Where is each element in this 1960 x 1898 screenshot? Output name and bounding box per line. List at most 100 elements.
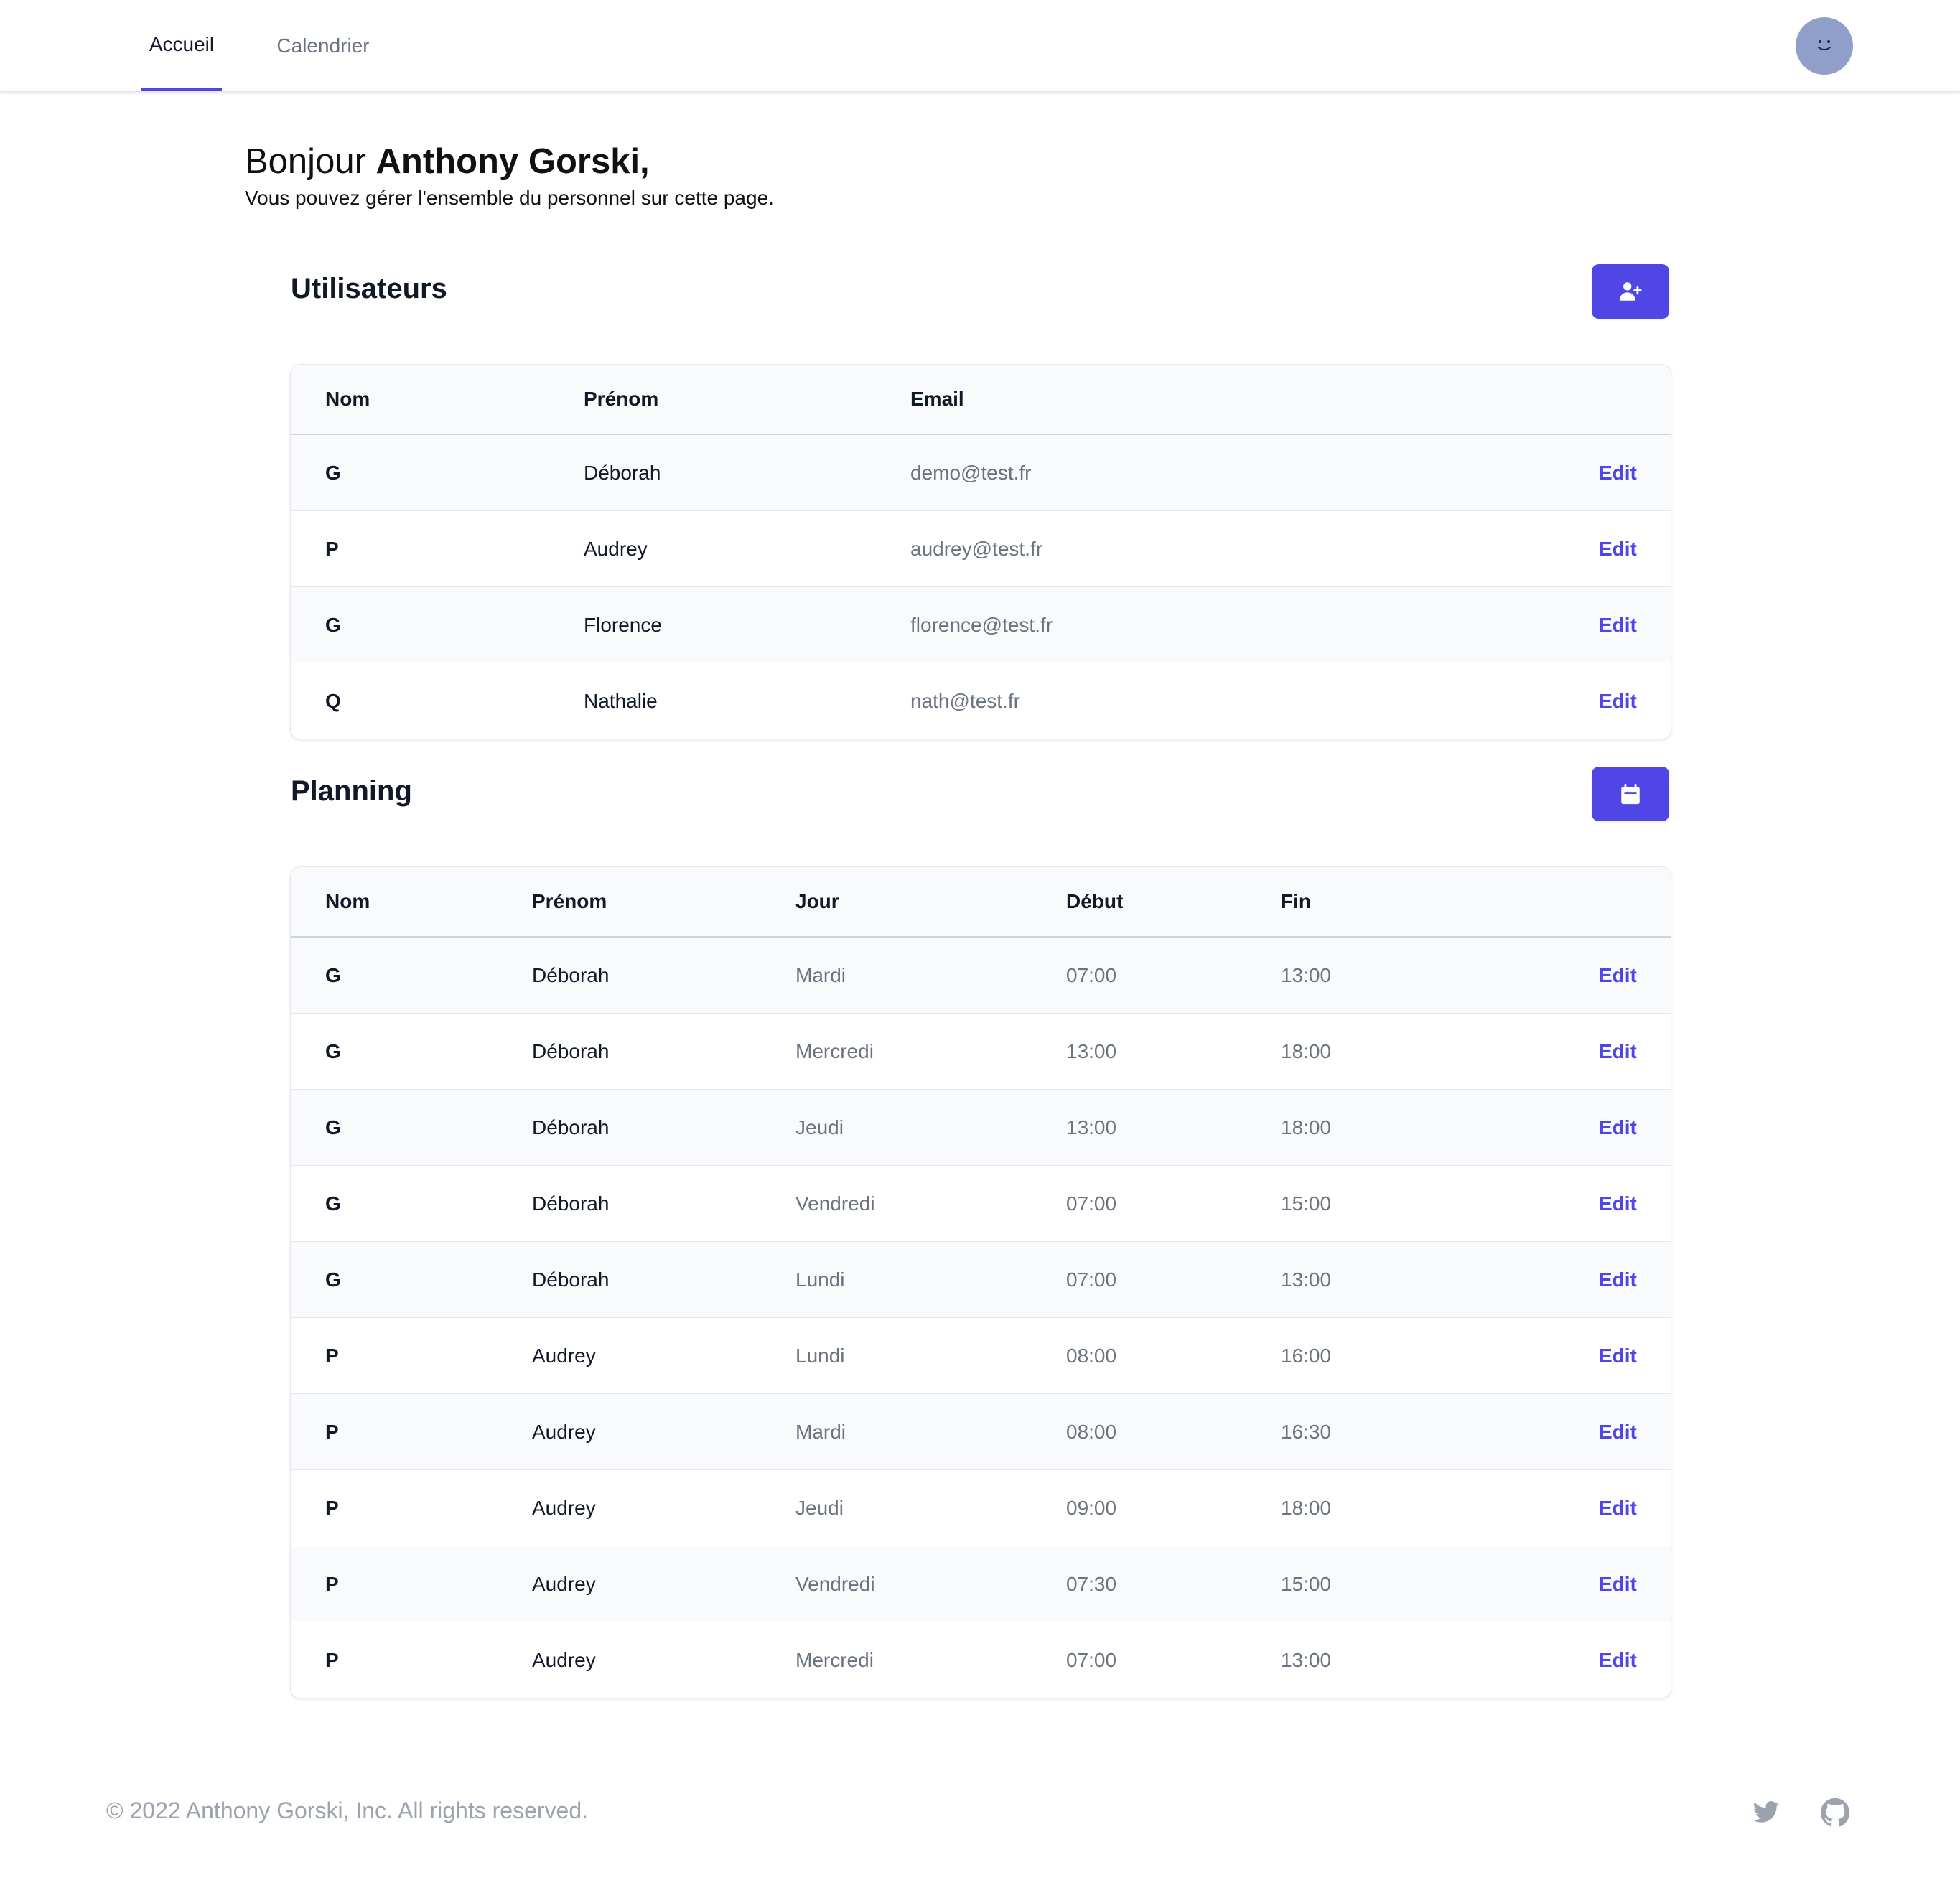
tab-calendrier-label: Calendrier (276, 34, 370, 57)
cell-nom: G (325, 1116, 341, 1139)
cell-prenom: Audrey (532, 1572, 596, 1595)
twitter-link[interactable] (1750, 1797, 1782, 1828)
edit-link[interactable]: Edit (1599, 1242, 1637, 1317)
cell-nom: G (325, 1192, 341, 1215)
cell-fin: 15:00 (1281, 1572, 1332, 1595)
cell-prenom: Audrey (584, 537, 648, 560)
cell-prenom: Audrey (532, 1420, 596, 1443)
twitter-icon (1753, 1801, 1780, 1823)
github-icon (1820, 1798, 1850, 1827)
edit-link[interactable]: Edit (1599, 1166, 1637, 1241)
cell-prenom: Audrey (532, 1344, 596, 1367)
table-row: G Déborah Vendredi 07:00 15:00 Edit (291, 1166, 1671, 1242)
cell-debut: 07:00 (1066, 1192, 1117, 1215)
cell-jour: Mardi (795, 963, 846, 986)
table-row: G Déborah Jeudi 13:00 18:00 Edit (291, 1090, 1671, 1166)
cell-fin: 18:00 (1281, 1039, 1332, 1062)
cell-email: florence@test.fr (910, 613, 1053, 636)
cell-debut: 08:00 (1066, 1344, 1117, 1367)
column-header-nom: Nom (325, 388, 370, 410)
cell-debut: 07:00 (1066, 963, 1117, 986)
cell-prenom: Déborah (532, 1268, 610, 1291)
cell-nom: G (325, 1039, 341, 1062)
column-header-email: Email (910, 388, 964, 410)
edit-link[interactable]: Edit (1599, 1394, 1637, 1469)
table-row: G Déborah demo@test.fr Edit (291, 435, 1671, 511)
cell-fin: 18:00 (1281, 1496, 1332, 1519)
planning-table-body: G Déborah Mardi 07:00 13:00 Edit G Déborah Mercr… (291, 938, 1671, 1698)
edit-link[interactable]: Edit (1599, 1622, 1637, 1698)
cell-nom: G (325, 613, 341, 636)
table-row: G Florence florence@test.fr Edit (291, 587, 1671, 663)
edit-link[interactable]: Edit (1599, 663, 1637, 739)
top-navbar: Accueil Calendrier (0, 0, 1960, 92)
cell-fin: 13:00 (1281, 1268, 1332, 1291)
cell-nom: P (325, 1420, 339, 1443)
column-header-prenom: Prénom (584, 388, 659, 410)
tab-calendrier[interactable]: Calendrier (266, 0, 381, 91)
cell-jour: Vendredi (795, 1572, 875, 1595)
cell-fin: 16:30 (1281, 1420, 1332, 1443)
cell-debut: 07:30 (1066, 1572, 1117, 1595)
add-user-button[interactable] (1592, 264, 1669, 319)
table-row: G Déborah Mardi 07:00 13:00 Edit (291, 938, 1671, 1014)
edit-link[interactable]: Edit (1599, 1470, 1637, 1546)
edit-link[interactable]: Edit (1599, 511, 1637, 586)
cell-debut: 08:00 (1066, 1420, 1117, 1443)
users-table-header: Nom Prénom Email (291, 365, 1671, 435)
cell-debut: 13:00 (1066, 1039, 1117, 1062)
cell-email: nath@test.fr (910, 689, 1020, 712)
cell-debut: 13:00 (1066, 1116, 1117, 1139)
cell-fin: 18:00 (1281, 1116, 1332, 1139)
cell-prenom: Déborah (584, 461, 661, 484)
edit-link[interactable]: Edit (1599, 1546, 1637, 1622)
page-title: Bonjour Anthony Gorski, (245, 139, 650, 184)
cell-debut: 07:00 (1066, 1268, 1117, 1291)
users-section-title: Utilisateurs (291, 273, 447, 304)
cell-prenom: Nathalie (584, 689, 658, 712)
column-header-prenom: Prénom (532, 890, 607, 912)
tab-accueil[interactable]: Accueil (141, 0, 222, 91)
edit-link[interactable]: Edit (1599, 1090, 1637, 1165)
edit-link[interactable]: Edit (1599, 587, 1637, 663)
cell-fin: 16:00 (1281, 1344, 1332, 1367)
cell-fin: 13:00 (1281, 963, 1332, 986)
cell-nom: Q (325, 689, 341, 712)
table-row: P Audrey audrey@test.fr Edit (291, 511, 1671, 587)
cell-jour: Lundi (795, 1268, 845, 1291)
cell-prenom: Déborah (532, 1192, 610, 1215)
cell-prenom: Déborah (532, 1039, 610, 1062)
cell-jour: Jeudi (795, 1116, 844, 1139)
edit-link[interactable]: Edit (1599, 1318, 1637, 1393)
user-plus-icon (1620, 282, 1642, 301)
edit-link[interactable]: Edit (1599, 938, 1637, 1013)
cell-prenom: Déborah (532, 1116, 610, 1139)
add-planning-button[interactable] (1592, 767, 1669, 821)
table-row: P Audrey Mardi 08:00 16:30 Edit (291, 1394, 1671, 1470)
greeting-prefix: Bonjour (245, 142, 366, 181)
table-row: P Audrey Mercredi 07:00 13:00 Edit (291, 1622, 1671, 1698)
cell-fin: 13:00 (1281, 1648, 1332, 1671)
edit-link[interactable]: Edit (1599, 435, 1637, 510)
cell-email: demo@test.fr (910, 461, 1032, 484)
cell-nom: P (325, 1648, 339, 1671)
column-header-fin: Fin (1281, 890, 1311, 912)
page-subtitle: Vous pouvez gérer l'ensemble du personne… (245, 187, 774, 209)
footer-copyright: © 2022 Anthony Gorski, Inc. All rights r… (106, 1798, 589, 1823)
cell-debut: 09:00 (1066, 1496, 1117, 1519)
cell-nom: G (325, 1268, 341, 1291)
column-header-debut: Début (1066, 890, 1124, 912)
github-link[interactable] (1819, 1797, 1851, 1828)
cell-debut: 07:00 (1066, 1648, 1117, 1671)
avatar[interactable] (1796, 17, 1853, 75)
column-header-nom: Nom (325, 890, 370, 912)
calendar-icon (1621, 783, 1640, 805)
cell-nom: P (325, 1572, 339, 1595)
cell-jour: Vendredi (795, 1192, 875, 1215)
cell-jour: Lundi (795, 1344, 845, 1367)
cell-email: audrey@test.fr (910, 537, 1043, 560)
smiley-face-icon (1818, 40, 1831, 50)
users-table: Nom Prénom Email G Déborah demo@test.fr Edi… (290, 364, 1671, 739)
edit-link[interactable]: Edit (1599, 1014, 1637, 1089)
planning-table-header: Nom Prénom Jour Début Fin (291, 867, 1671, 938)
